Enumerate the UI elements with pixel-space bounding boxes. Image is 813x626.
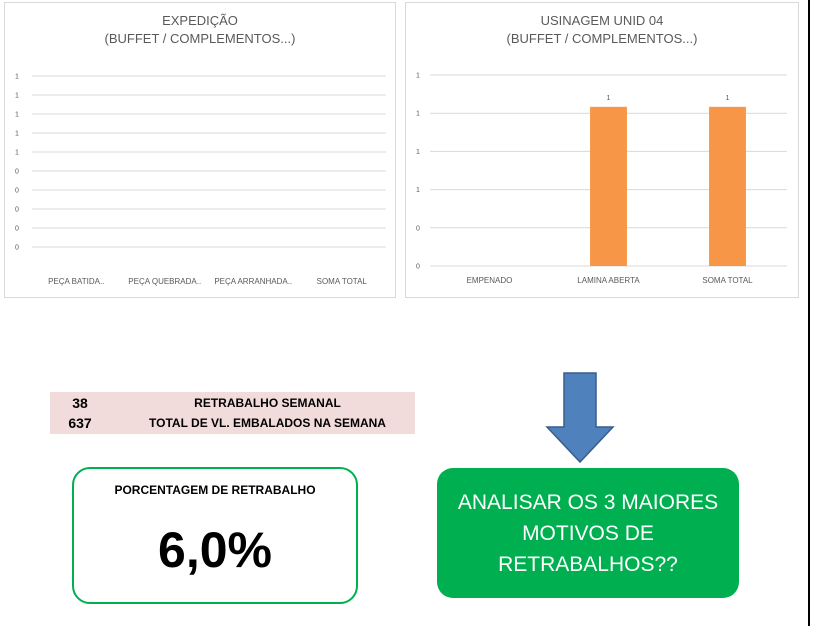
percentage-title: PORCENTAGEM DE RETRABALHO: [114, 483, 316, 497]
summary-label-total: TOTAL DE VL. EMBALADOS NA SEMANA: [149, 416, 386, 430]
y-tick-label: 1: [15, 74, 19, 81]
x-tick-label: LAMINA ABERTA: [577, 276, 640, 285]
y-tick-label: 0: [416, 225, 420, 232]
x-tick-label: EMPENADO: [467, 276, 513, 285]
summary-label-retrabalho: RETRABALHO SEMANAL: [194, 396, 341, 410]
x-tick-label: PEÇA ARRANHADA..: [214, 277, 292, 286]
percentage-value: 6,0%: [158, 522, 272, 578]
y-tick-label: 0: [15, 245, 19, 252]
x-tick-label: PEÇA QUEBRADA..: [128, 277, 201, 286]
data-label: 1: [726, 95, 730, 102]
chart-expedicao: EXPEDIÇÃO (BUFFET / COMPLEMENTOS...) 111…: [4, 2, 396, 298]
summary-value-retrabalho: 38: [72, 395, 88, 411]
y-tick-label: 0: [15, 169, 19, 176]
y-tick-label: 1: [416, 187, 420, 194]
percentage-box: PORCENTAGEM DE RETRABALHO 6,0%: [72, 467, 358, 604]
data-label: 1: [607, 95, 611, 102]
down-arrow-icon: [545, 372, 615, 464]
chart-expedicao-plot: 1 1 1 1 1 0 0 0 0 0 PEÇA BATIDA.. PEÇA QUEBRADA.. PE…: [15, 74, 386, 286]
y-tick-label: 0: [416, 264, 420, 271]
summary-table: 38 RETRABALHO SEMANAL 637 TOTAL DE VL. E…: [50, 392, 415, 434]
y-tick-label: 1: [15, 150, 19, 157]
right-border-line: [808, 0, 810, 626]
action-text: ANALISAR OS 3 MAIORES MOTIVOS DE RETRABA…: [457, 490, 719, 576]
y-tick-label: 0: [15, 188, 19, 195]
y-tick-label: 1: [416, 149, 420, 156]
y-tick-label: 1: [15, 112, 19, 119]
x-tick-label: SOMA TOTAL: [317, 277, 368, 286]
y-tick-label: 1: [416, 73, 420, 80]
x-tick-label: PEÇA BATIDA..: [48, 277, 104, 286]
y-tick-label: 1: [15, 131, 19, 138]
y-tick-label: 0: [15, 226, 19, 233]
y-tick-label: 1: [416, 111, 420, 118]
x-tick-label: SOMA TOTAL: [702, 276, 753, 285]
bar: [709, 106, 746, 266]
bar: [590, 106, 627, 266]
action-box: ANALISAR OS 3 MAIORES MOTIVOS DE RETRABA…: [437, 468, 739, 598]
chart-usinagem: USINAGEM UNID 04 (BUFFET / COMPLEMENTOS.…: [405, 2, 799, 298]
y-tick-label: 0: [15, 207, 19, 214]
y-tick-label: 1: [15, 93, 19, 100]
chart-usinagem-plot: 1 1 1 1 0 0 EMPENADO LAMINA ABERTA 1 SOMA TOTAL 1: [416, 73, 787, 285]
summary-value-total: 637: [68, 415, 92, 431]
